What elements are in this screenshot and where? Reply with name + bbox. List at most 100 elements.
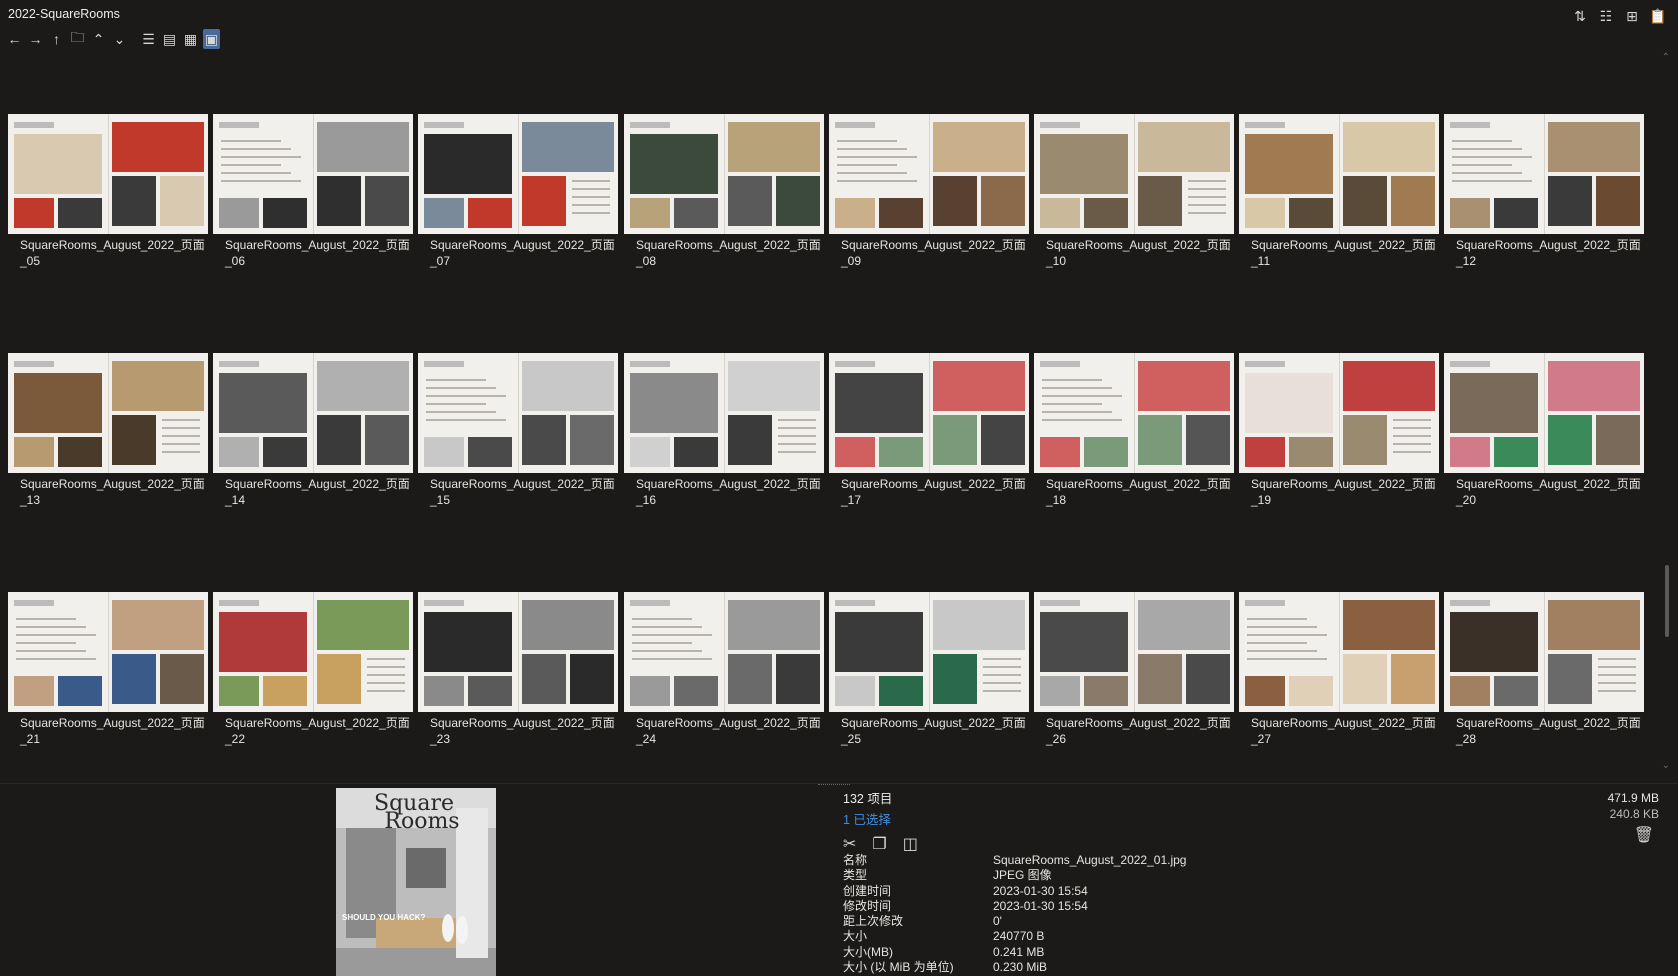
thumbnail-label: SquareRooms_August_2022_页面_10 [1046,238,1231,268]
property-key: 大小(MB) [843,944,893,959]
cover-headline: SHOULD YOU HACK? [342,913,426,922]
tree-view-icon[interactable]: ☷ [1596,6,1616,26]
thumbnail-item[interactable]: SquareRooms_August_2022_页面_23 [418,592,618,746]
compare-icon[interactable]: ◫ [903,834,918,854]
clipboard-icon[interactable]: 📋 [1648,6,1668,26]
selected-count[interactable]: 1 已选择 [843,809,918,828]
thumbnail-item[interactable]: SquareRooms_August_2022_页面_20 [1444,353,1644,507]
thumbnail-item[interactable]: SquareRooms_August_2022_页面_13 [8,353,208,507]
thumbnail-item[interactable]: SquareRooms_August_2022_页面_18 [1034,353,1234,507]
thumbnail-item[interactable]: SquareRooms_August_2022_页面_27 [1239,592,1439,746]
thumbnail-image [624,592,824,712]
thumbnail-image [624,353,824,473]
copy-icon[interactable]: ❐ [872,834,886,854]
thumbnail-item[interactable]: SquareRooms_August_2022_页面_21 [8,592,208,746]
property-key: 修改时间 [843,898,892,913]
property-row: 类型 JPEG 图像 [843,868,1186,883]
thumbnail-label: SquareRooms_August_2022_页面_23 [430,716,615,746]
thumbnail-image [1239,353,1439,473]
thumbnail-grid: SquareRooms_August_2022_页面_05 SquareRooms… [8,114,1650,754]
thumbnail-label: SquareRooms_August_2022_页面_09 [841,238,1026,268]
thumbnail-image [1034,592,1234,712]
scroll-up-icon[interactable]: ⌃ [1662,52,1670,63]
thumbnail-image [213,353,413,473]
property-key: 名称 [843,853,868,867]
thumbnail-item[interactable]: SquareRooms_August_2022_页面_14 [213,353,413,507]
sort-icon[interactable]: ⇅ [1570,6,1590,26]
thumbnail-label: SquareRooms_August_2022_页面_11 [1251,238,1436,268]
forward-arrow-icon[interactable]: → [27,29,44,49]
property-value: 0.241 MB [993,944,1045,959]
thumbnail-item[interactable]: SquareRooms_August_2022_页面_08 [624,114,824,268]
new-tab-icon[interactable]: ⊞ [1622,6,1642,26]
thumbnail-image [1444,114,1644,234]
thumbnail-item[interactable]: SquareRooms_August_2022_页面_15 [418,353,618,507]
thumbnail-label: SquareRooms_August_2022_页面_13 [20,477,205,507]
property-row: 创建时间 2023-01-30 15:54 [843,884,1186,899]
cut-icon[interactable]: ✂ [843,834,856,854]
scrollbar-thumb[interactable] [1665,565,1669,637]
thumbnail-item[interactable]: SquareRooms_August_2022_页面_22 [213,592,413,746]
folder-open-icon[interactable]: 🗀 [69,29,86,49]
thumbnail-image [1239,592,1439,712]
thumbnail-item[interactable]: SquareRooms_August_2022_页面_09 [829,114,1029,268]
up-arrow-icon[interactable]: ↑ [48,29,65,49]
thumbnail-item[interactable]: SquareRooms_August_2022_页面_05 [8,114,208,268]
thumbnail-item[interactable]: SquareRooms_August_2022_页面_19 [1239,353,1439,507]
thumbnail-image [418,353,618,473]
thumbnail-image [418,592,618,712]
thumbnail-item[interactable]: SquareRooms_August_2022_页面_28 [1444,592,1644,746]
thumbnail-item[interactable]: SquareRooms_August_2022_页面_07 [418,114,618,268]
tiles-view-icon[interactable]: ▦ [182,29,199,49]
thumbnail-item[interactable]: SquareRooms_August_2022_页面_12 [1444,114,1644,268]
properties-list: 名称 SquareRooms_August_2022_01.jpg 类型 JPEG 图… [843,853,1186,975]
thumbnail-image [1034,114,1234,234]
back-arrow-icon[interactable]: ← [6,29,23,49]
thumbnail-item[interactable]: SquareRooms_August_2022_页面_10 [1034,114,1234,268]
cover-title-line2: Rooms [384,809,459,834]
thumbnail-image [1239,114,1439,234]
thumbnail-label: SquareRooms_August_2022_页面_20 [1456,477,1641,507]
scroll-down-icon[interactable]: ⌄ [1662,760,1670,771]
thumbnail-label: SquareRooms_August_2022_页面_27 [1251,716,1436,746]
details-view-icon[interactable]: ▤ [161,29,178,49]
thumbnail-label: SquareRooms_August_2022_页面_25 [841,716,1026,746]
thumbnail-image [829,114,1029,234]
chevron-down-icon[interactable]: ⌄ [111,29,128,49]
thumbnail-item[interactable]: SquareRooms_August_2022_页面_24 [624,592,824,746]
thumbnail-view-icon[interactable]: ▣ [203,29,220,49]
thumbnail-label: SquareRooms_August_2022_页面_26 [1046,716,1231,746]
thumbnail-item[interactable]: SquareRooms_August_2022_页面_11 [1239,114,1439,268]
thumbnail-label: SquareRooms_August_2022_页面_15 [430,477,615,507]
thumbnail-item[interactable]: SquareRooms_August_2022_页面_06 [213,114,413,268]
thumbnail-image [1444,353,1644,473]
property-key: 大小 [843,929,868,944]
thumbnail-label: SquareRooms_August_2022_页面_07 [430,238,615,268]
property-row: 名称 SquareRooms_August_2022_01.jpg [843,853,1186,868]
thumbnail-item[interactable]: SquareRooms_August_2022_页面_26 [1034,592,1234,746]
thumbnail-label: SquareRooms_August_2022_页面_08 [636,238,821,268]
thumbnail-item[interactable]: SquareRooms_August_2022_页面_17 [829,353,1029,507]
chevron-up-icon[interactable]: ⌃ [90,29,107,49]
thumbnail-image [8,114,208,234]
thumbnail-label: SquareRooms_August_2022_页面_05 [20,238,205,268]
thumbnail-image [624,114,824,234]
total-size: 471.9 MB [1607,791,1659,805]
property-value: 0.230 MiB [993,960,1048,975]
thumbnail-image [1034,353,1234,473]
thumbnail-image [213,114,413,234]
list-view-icon[interactable]: ☰ [140,29,157,49]
property-row: 大小(MB) 0.241 MB [843,945,1186,960]
thumbnail-item[interactable]: SquareRooms_August_2022_页面_25 [829,592,1029,746]
trash-icon[interactable]: 🗑 [1634,825,1654,845]
thumbnail-label: SquareRooms_August_2022_页面_14 [225,477,410,507]
thumbnail-label: SquareRooms_August_2022_页面_28 [1456,716,1641,746]
thumbnail-image [829,592,1029,712]
action-bar: ✂ ❐ ◫ [843,834,918,854]
status-panel: 132 项目 1 已选择 ✂ ❐ ◫ [843,788,918,854]
toolbar-right: ⇅ ☷ ⊞ 📋 [1570,6,1668,26]
property-value: 2023-01-30 15:54 [993,883,1088,898]
thumbnail-item[interactable]: SquareRooms_August_2022_页面_16 [624,353,824,507]
scrollbar[interactable] [1660,50,1670,780]
thumbnail-label: SquareRooms_August_2022_页面_17 [841,477,1026,507]
